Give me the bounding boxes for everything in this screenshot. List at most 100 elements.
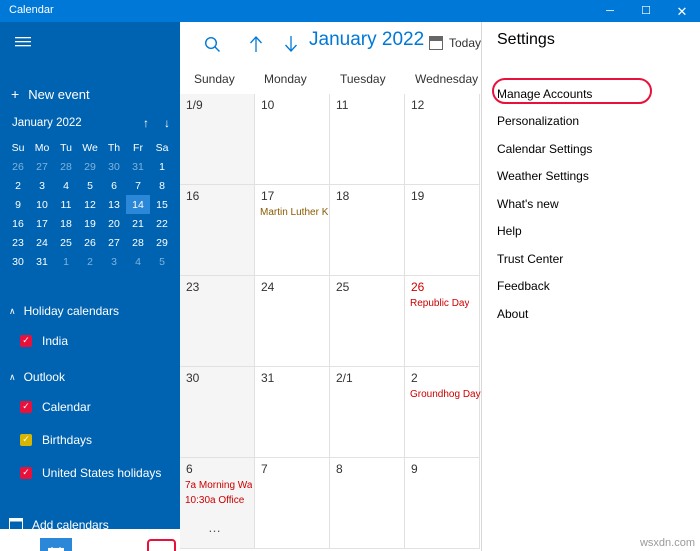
mini-calendar-prev-icon[interactable]: ↑ [143,116,149,130]
mini-calendar-day[interactable]: 6 [102,176,126,195]
calendar-group-header[interactable]: ∧ Outlook [0,364,180,390]
calendar-day-cell[interactable]: 2/1 [330,367,405,458]
mini-calendar-day[interactable]: 30 [102,157,126,176]
mini-calendar-day[interactable]: 3 [102,252,126,271]
calendar-day-cell[interactable]: 30 [180,367,255,458]
mini-calendar-day[interactable]: 30 [6,252,30,271]
mini-calendar-day[interactable]: 3 [30,176,54,195]
settings-item-feedback[interactable]: Feedback [482,273,700,300]
mini-calendar-day[interactable]: 13 [102,195,126,214]
calendar-checkbox[interactable]: ✓ [20,433,32,446]
previous-month-icon[interactable] [242,30,270,58]
calendar-event[interactable]: 10:30a Office [185,495,244,506]
mini-calendar-day[interactable]: 22 [150,214,174,233]
mini-calendar-day[interactable]: 29 [150,233,174,252]
calendar-day-cell[interactable]: 17 Martin Luther K [255,185,330,276]
calendar-day-cell[interactable]: 9 [405,458,480,549]
calendar-checkbox[interactable]: ✓ [20,334,32,347]
calendar-list-item[interactable]: ✓ Calendar [0,390,180,423]
mini-calendar-day[interactable]: 27 [30,157,54,176]
settings-item-what-s-new[interactable]: What's new [482,190,700,217]
calendar-icon[interactable] [40,538,72,551]
calendar-event[interactable]: 7a Morning Wa [185,480,252,491]
calendar-day-cell[interactable]: 18 [330,185,405,276]
people-icon[interactable] [76,538,108,551]
new-event-button[interactable]: + New event [8,79,172,109]
mini-calendar-day[interactable]: 26 [78,233,102,252]
calendar-checkbox[interactable]: ✓ [20,400,32,413]
calendar-day-cell[interactable]: 16 [180,185,255,276]
settings-item-calendar-settings[interactable]: Calendar Settings [482,135,700,162]
mini-calendar-day[interactable]: 25 [54,233,78,252]
mini-calendar-day[interactable]: 31 [30,252,54,271]
hamburger-icon[interactable] [8,30,38,54]
calendar-day-cell[interactable]: 2 Groundhog Day [405,367,481,458]
mini-calendar-day[interactable]: 31 [126,157,150,176]
calendar-day-cell[interactable]: 1/9 [180,94,255,185]
mini-calendar-day[interactable]: 28 [126,233,150,252]
calendar-day-cell[interactable]: 10 [255,94,330,185]
mini-calendar-day[interactable]: 17 [30,214,54,233]
calendar-list-item[interactable]: ✓ India [0,324,180,357]
mini-calendar-day[interactable]: 26 [6,157,30,176]
maximize-button[interactable]: ☐ [628,0,664,22]
mini-calendar-day[interactable]: 16 [6,214,30,233]
mini-calendar-day[interactable]: 5 [150,252,174,271]
calendar-event[interactable]: Martin Luther K [260,207,328,218]
calendar-group-header[interactable]: ∧ Holiday calendars [0,298,180,324]
mini-calendar-day[interactable]: 5 [78,176,102,195]
mini-calendar-day-selected[interactable]: 14 [126,195,150,214]
mini-calendar-day[interactable]: 2 [78,252,102,271]
today-button[interactable]: Today [429,32,481,54]
mini-calendar-day[interactable]: 24 [30,233,54,252]
calendar-day-cell[interactable]: 12 [405,94,480,185]
minimize-button[interactable]: ─ [592,0,628,22]
mini-calendar-next-icon[interactable]: ↓ [164,116,170,130]
mini-calendar-day[interactable]: 23 [6,233,30,252]
calendar-day-cell[interactable]: 31 [255,367,330,458]
mini-calendar-day[interactable]: 27 [102,233,126,252]
mini-calendar-day[interactable]: 7 [126,176,150,195]
settings-item-personalization[interactable]: Personalization [482,108,700,135]
settings-item-trust-center[interactable]: Trust Center [482,245,700,272]
mini-calendar-day[interactable]: 21 [126,214,150,233]
mini-calendar-day[interactable]: 1 [150,157,174,176]
calendar-day-cell[interactable]: 24 [255,276,330,367]
mini-calendar-day[interactable]: 10 [30,195,54,214]
calendar-event[interactable]: Groundhog Day [410,389,481,400]
mini-calendar-day[interactable]: 11 [54,195,78,214]
mini-calendar-day[interactable]: 4 [126,252,150,271]
settings-item-weather-settings[interactable]: Weather Settings [482,163,700,190]
mini-calendar-day[interactable]: 4 [54,176,78,195]
mini-calendar-day[interactable]: 18 [54,214,78,233]
calendar-day-cell[interactable]: 25 [330,276,405,367]
calendar-day-cell[interactable]: 26 Republic Day [405,276,480,367]
calendar-day-cell[interactable]: 23 [180,276,255,367]
calendar-day-cell[interactable]: 7 [255,458,330,549]
mini-calendar-day[interactable]: 28 [54,157,78,176]
more-events-icon[interactable]: … [208,520,222,535]
mini-calendar-day[interactable]: 20 [102,214,126,233]
mail-icon[interactable] [4,538,36,551]
calendar-day-cell[interactable]: 19 [405,185,480,276]
mini-calendar-day[interactable]: 8 [150,176,174,195]
settings-item-help[interactable]: Help [482,218,700,245]
mini-calendar-day[interactable]: 12 [78,195,102,214]
mini-calendar-day[interactable]: 9 [6,195,30,214]
add-calendars-button[interactable]: Add calendars [0,512,180,538]
mini-calendar-day[interactable]: 1 [54,252,78,271]
settings-item-about[interactable]: About [482,300,700,327]
calendar-day-cell[interactable]: 11 [330,94,405,185]
calendar-list-item[interactable]: ✓ United States holidays [0,456,180,489]
month-title[interactable]: January 2022 [309,29,424,51]
mini-calendar-day[interactable]: 15 [150,195,174,214]
calendar-day-cell[interactable]: 6 7a Morning Wa 10:30a Office… [180,458,255,549]
calendar-event[interactable]: Republic Day [410,298,469,309]
mini-calendar-day[interactable]: 2 [6,176,30,195]
close-button[interactable]: ✕ [664,0,700,22]
search-icon[interactable] [198,30,226,58]
next-month-icon[interactable] [277,30,305,58]
calendar-list-item[interactable]: ✓ Birthdays [0,423,180,456]
mini-calendar-day[interactable]: 19 [78,214,102,233]
todo-icon[interactable] [112,538,144,551]
